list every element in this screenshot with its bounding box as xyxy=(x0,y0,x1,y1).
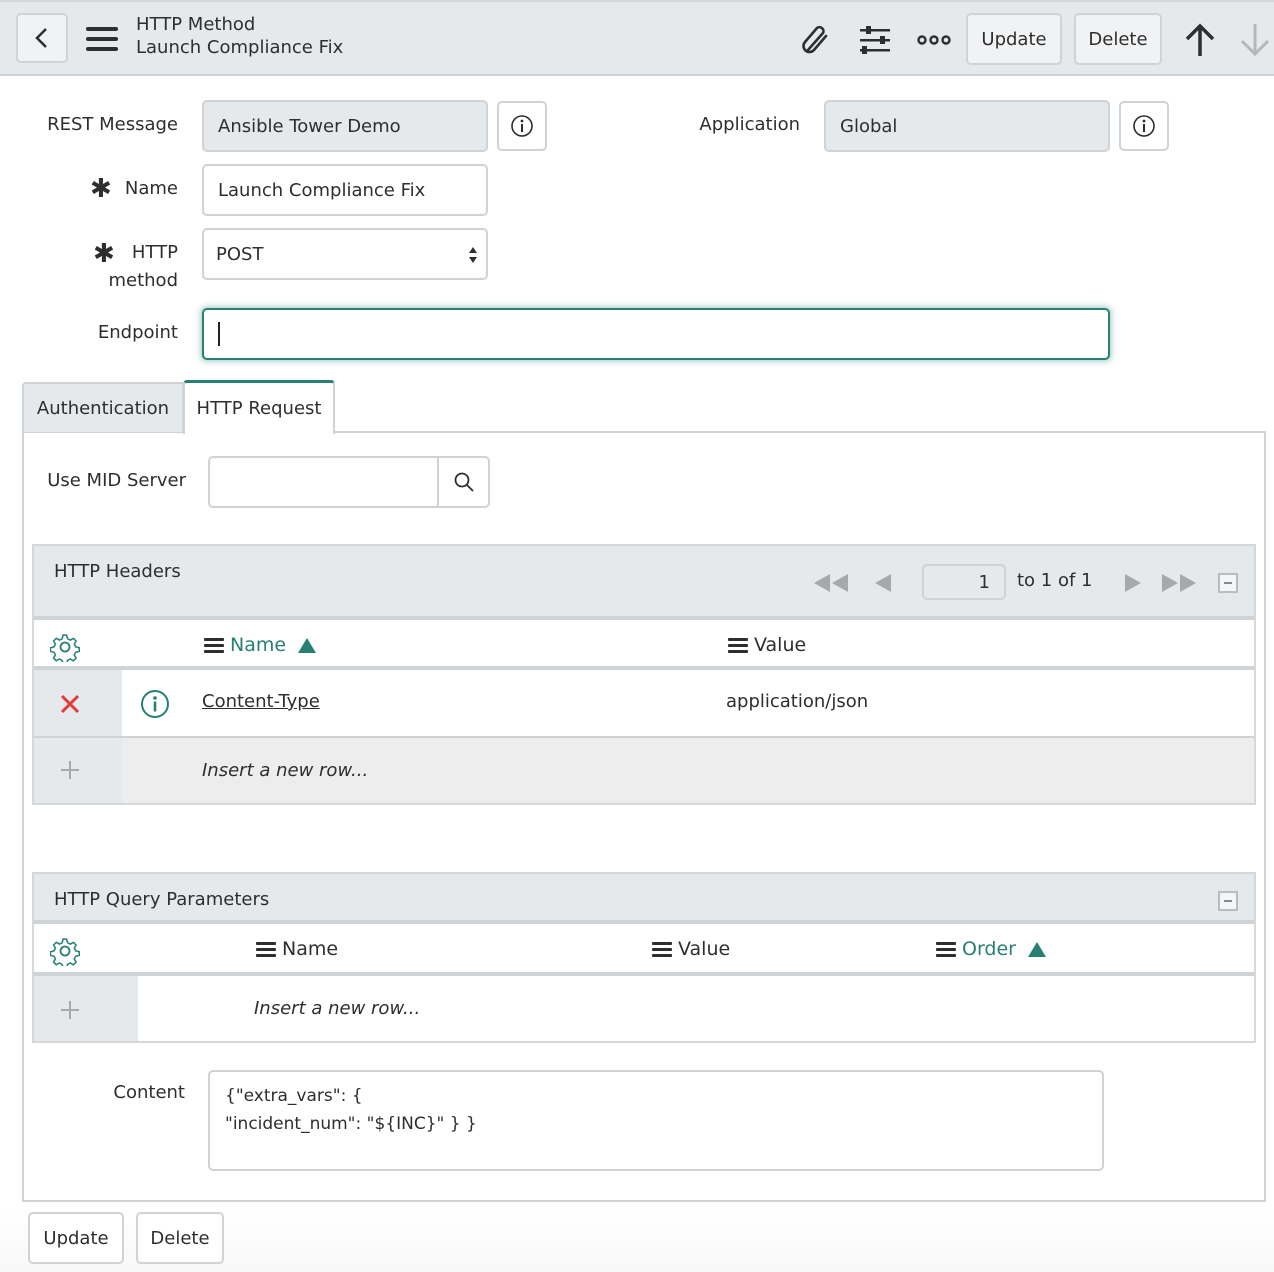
sort-ascending-icon xyxy=(298,637,317,653)
row-action-cell xyxy=(34,976,138,1041)
column-menu-icon[interactable] xyxy=(204,637,224,653)
footer-delete-button[interactable]: Delete xyxy=(136,1212,224,1264)
info-icon xyxy=(511,115,533,137)
search-icon xyxy=(454,472,474,492)
record-name: Launch Compliance Fix xyxy=(136,37,344,58)
http-headers-list: HTTP Headers 1 to 1 of 1 Name Value Cont… xyxy=(32,544,1256,805)
last-page-icon[interactable] xyxy=(1160,570,1200,596)
add-row-icon[interactable] xyxy=(58,998,82,1022)
query-params-column-row: Name Value Order xyxy=(34,924,1254,976)
delete-button[interactable]: Delete xyxy=(1074,13,1162,65)
rest-message-field[interactable]: Ansible Tower Demo xyxy=(202,100,488,152)
application-info-button[interactable] xyxy=(1119,101,1169,151)
form-header: HTTP Method Launch Compliance Fix Update… xyxy=(0,0,1274,76)
info-icon xyxy=(1133,115,1155,137)
row-info-icon[interactable] xyxy=(139,688,171,720)
update-button[interactable]: Update xyxy=(966,13,1062,65)
column-label: Value xyxy=(754,634,807,656)
text-cursor xyxy=(218,322,220,346)
column-label: Name xyxy=(230,634,287,656)
headers-column-row: Name Value xyxy=(34,620,1254,670)
insert-row-text[interactable]: Insert a new row... xyxy=(254,998,420,1019)
minus-icon xyxy=(1224,582,1232,584)
column-label: Order xyxy=(962,938,1016,960)
minus-icon xyxy=(1224,900,1232,902)
header-name-link[interactable]: Content-Type xyxy=(202,691,320,712)
more-icon[interactable] xyxy=(914,28,954,52)
column-header-value[interactable]: Value xyxy=(728,634,806,656)
add-row-icon[interactable] xyxy=(58,758,82,782)
query-params-header: HTTP Query Parameters xyxy=(34,874,1254,924)
arrow-up-icon[interactable] xyxy=(1180,20,1220,60)
select-arrows-icon xyxy=(469,247,477,263)
application-label: Application xyxy=(699,114,800,135)
prev-page-icon[interactable] xyxy=(872,570,894,596)
page-title: HTTP Method xyxy=(136,14,256,35)
mid-server-label: Use MID Server xyxy=(47,470,186,491)
mid-server-input[interactable] xyxy=(208,456,440,508)
name-label: Name xyxy=(124,178,178,199)
column-menu-icon[interactable] xyxy=(256,941,276,957)
paperclip-icon[interactable] xyxy=(798,22,834,58)
name-input[interactable]: Launch Compliance Fix xyxy=(202,164,488,216)
column-header-order[interactable]: Order xyxy=(936,938,1046,960)
query-params-title: HTTP Query Parameters xyxy=(54,889,270,910)
collapse-headers-button[interactable] xyxy=(1218,573,1238,593)
header-value-cell[interactable]: application/json xyxy=(726,691,868,712)
mid-server-search-button[interactable] xyxy=(437,456,490,508)
footer-update-button[interactable]: Update xyxy=(28,1212,124,1264)
column-menu-icon[interactable] xyxy=(936,941,956,957)
insert-row[interactable]: Insert a new row... xyxy=(34,976,1254,1041)
http-method-value: POST xyxy=(216,243,264,265)
tab-authentication[interactable]: Authentication xyxy=(22,382,184,432)
endpoint-input[interactable] xyxy=(202,308,1110,360)
http-method-label-line1: HTTP xyxy=(131,242,178,263)
http-headers-title: HTTP Headers xyxy=(54,561,181,582)
required-icon: ✱ xyxy=(90,174,112,204)
http-method-label-line2: method xyxy=(108,270,178,291)
next-page-icon[interactable] xyxy=(1122,570,1144,596)
column-header-name[interactable]: Name xyxy=(256,938,338,960)
collapse-query-params-button[interactable] xyxy=(1218,891,1238,911)
sort-ascending-icon xyxy=(1028,941,1046,957)
content-textarea[interactable] xyxy=(208,1070,1104,1171)
column-header-value[interactable]: Value xyxy=(652,938,730,960)
back-icon xyxy=(35,28,47,48)
insert-row-text[interactable]: Insert a new row... xyxy=(202,760,368,781)
rest-message-label: REST Message xyxy=(47,114,178,135)
column-label: Value xyxy=(678,938,731,960)
http-headers-header: HTTP Headers 1 to 1 of 1 xyxy=(34,546,1254,620)
column-label: Name xyxy=(282,938,339,960)
content-label: Content xyxy=(113,1082,185,1103)
application-field[interactable]: Global xyxy=(824,100,1110,152)
table-row: Content-Type application/json xyxy=(34,670,1254,738)
column-menu-icon[interactable] xyxy=(728,637,748,653)
menu-icon[interactable] xyxy=(84,24,120,54)
delete-row-icon[interactable] xyxy=(56,690,84,718)
first-page-icon[interactable] xyxy=(812,570,852,596)
endpoint-label: Endpoint xyxy=(97,322,178,343)
http-method-select[interactable]: POST xyxy=(202,228,488,280)
list-settings-gear-icon[interactable] xyxy=(48,934,82,968)
back-button[interactable] xyxy=(16,13,68,63)
column-menu-icon[interactable] xyxy=(652,941,672,957)
http-query-parameters-list: HTTP Query Parameters Name Value Order I… xyxy=(32,872,1256,1043)
sliders-icon[interactable] xyxy=(856,22,894,58)
arrow-down-icon[interactable] xyxy=(1236,20,1274,60)
column-header-name[interactable]: Name xyxy=(204,634,317,656)
page-number-input[interactable]: 1 xyxy=(922,564,1006,600)
required-icon: ✱ xyxy=(93,239,115,269)
tab-http-request[interactable]: HTTP Request xyxy=(183,380,335,434)
insert-row[interactable]: Insert a new row... xyxy=(34,738,1254,803)
list-settings-gear-icon[interactable] xyxy=(48,630,82,664)
pager-range-text: to 1 of 1 xyxy=(1017,570,1093,591)
rest-message-info-button[interactable] xyxy=(497,101,547,151)
